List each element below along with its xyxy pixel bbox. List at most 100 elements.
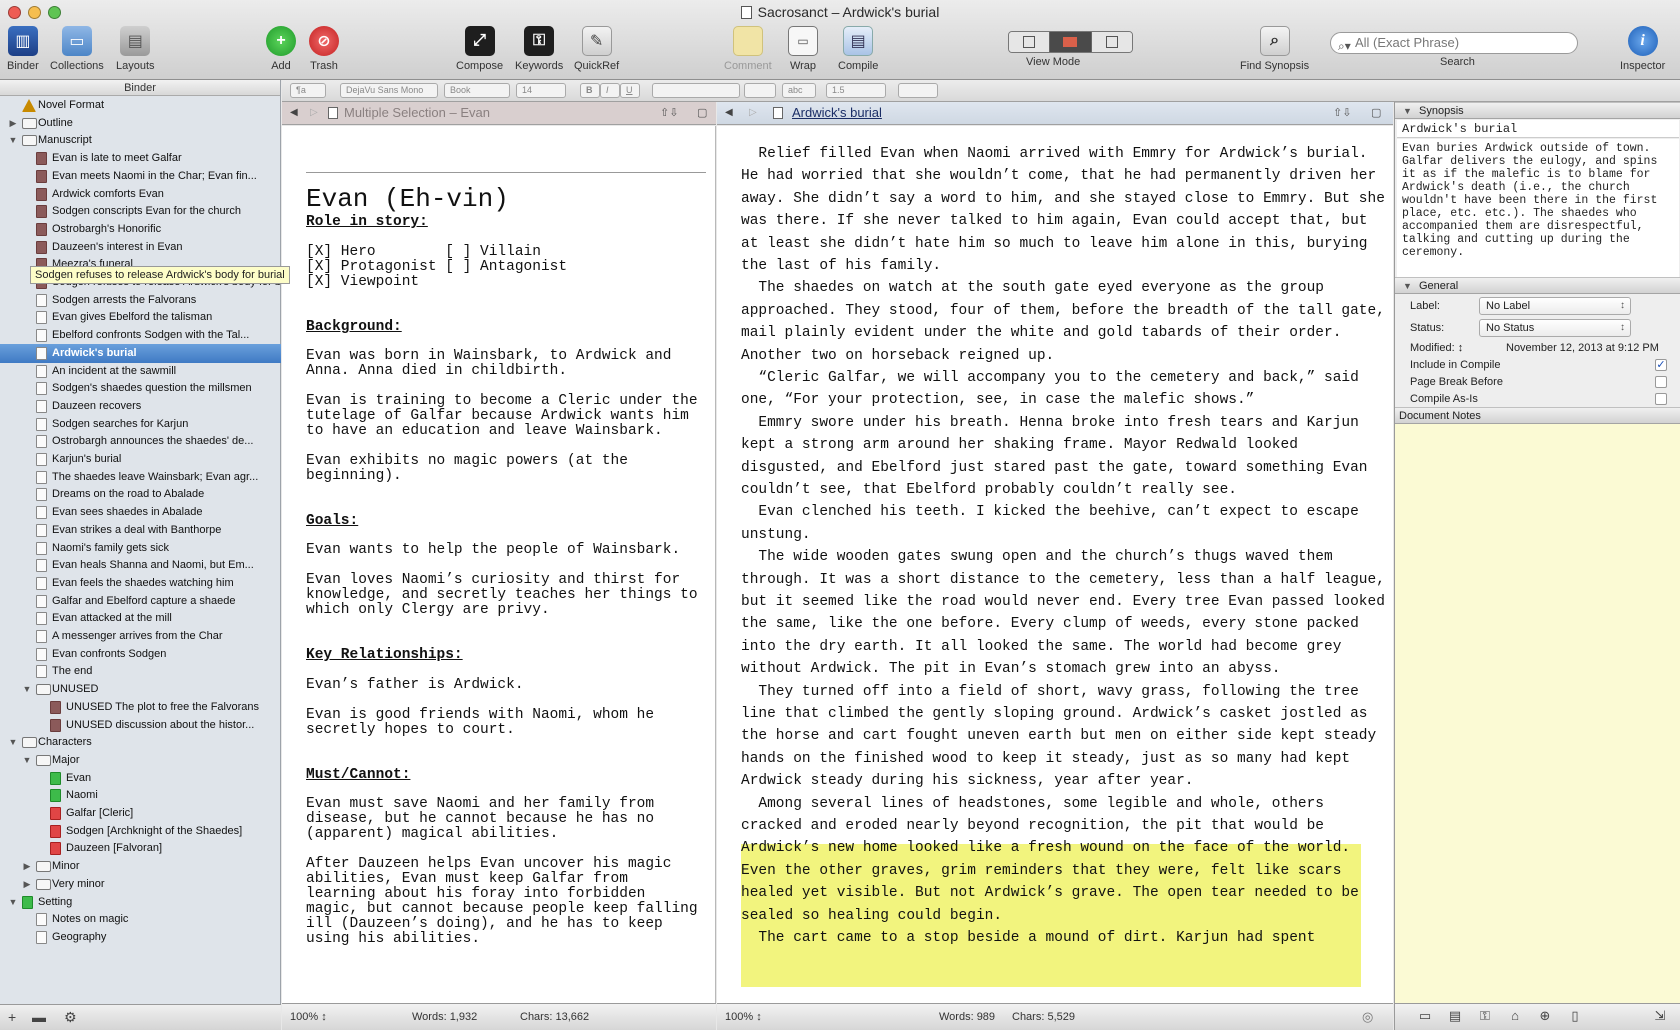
page-break-before-checkbox[interactable] — [1655, 376, 1667, 388]
line-spacing-select[interactable]: 1.5 — [826, 83, 886, 98]
binder-item[interactable]: Dreams on the road to Abalade — [0, 485, 281, 504]
wrap-toolbar-button[interactable]: ▭ Wrap — [788, 26, 818, 76]
up-down-arrows-icon[interactable]: ⇧⇩ — [1333, 102, 1351, 124]
synopsis-header[interactable]: ▼ Synopsis — [1395, 102, 1680, 119]
binder-item[interactable]: Evan gives Ebelford the talisman — [0, 308, 281, 327]
inspector-toolbar-button[interactable]: i Inspector — [1620, 26, 1665, 76]
binder-item[interactable]: ▼ Major — [0, 751, 281, 770]
compile-as-is-checkbox[interactable] — [1655, 393, 1667, 405]
binder-item[interactable]: Evan — [0, 769, 281, 788]
binder-item[interactable]: The shaedes leave Wainsbark; Evan agr... — [0, 468, 281, 487]
keywords-toolbar-button[interactable]: ⚿ Keywords — [515, 26, 563, 76]
paragraph-style-select[interactable]: ¶a — [290, 83, 326, 98]
disclosure-triangle-icon[interactable]: ▼ — [8, 893, 18, 912]
binder-item[interactable]: Galfar and Ebelford capture a shaede — [0, 592, 281, 611]
split-editor-icon[interactable]: ▢ — [697, 102, 707, 124]
disclosure-triangle-icon[interactable]: ▶ — [22, 857, 32, 876]
collections-toolbar-button[interactable]: ▭ Collections — [50, 26, 104, 76]
alignment-segmented[interactable] — [652, 83, 740, 98]
binder-item[interactable]: Ardwick comforts Evan — [0, 185, 281, 204]
view-mode-control[interactable] — [1008, 31, 1133, 53]
highlight-color-select[interactable]: abc — [782, 83, 816, 98]
binder-item[interactable]: Evan sees shaedes in Abalade — [0, 503, 281, 522]
search-input[interactable]: ⌕▾ All (Exact Phrase) — [1330, 32, 1578, 54]
target-icon[interactable]: ◎ — [1362, 1004, 1373, 1030]
binder-item[interactable]: Evan feels the shaedes watching him — [0, 574, 281, 593]
binder-item[interactable]: An incident at the sawmill — [0, 362, 281, 381]
binder-item[interactable]: Ostrobargh's Honorific — [0, 220, 281, 239]
binder-item[interactable]: Sodgen searches for Karjun — [0, 415, 281, 434]
lock-icon[interactable]: ⇲ — [1650, 1008, 1670, 1026]
synopsis-text-area[interactable]: Evan buries Ardwick outside of town. Gal… — [1397, 139, 1679, 286]
include-in-compile-checkbox[interactable]: ✓ — [1655, 359, 1667, 371]
up-down-arrows-icon[interactable]: ⇧⇩ — [660, 102, 678, 124]
document-notes-area[interactable] — [1395, 424, 1680, 1003]
view-mode-scrivenings[interactable] — [1009, 32, 1051, 52]
binder-item[interactable]: ▼ Setting — [0, 893, 281, 912]
list-style-select[interactable] — [898, 83, 938, 98]
binder-toolbar-button[interactable]: ▥ Binder — [7, 26, 39, 76]
references-tab-icon[interactable]: ▤ — [1445, 1008, 1465, 1026]
binder-tree[interactable]: Novel Format ▶ Outline ▼ Manuscript Evan is l… — [0, 96, 281, 1004]
binder-item[interactable]: Sodgen's shaedes question the millsmen — [0, 379, 281, 398]
binder-item[interactable]: Evan heals Shanna and Naomi, but Em... — [0, 556, 281, 575]
binder-item[interactable]: Naomi — [0, 786, 281, 805]
font-weight-select[interactable]: Book — [444, 83, 510, 98]
view-mode-outliner[interactable] — [1091, 32, 1132, 52]
binder-item[interactable]: Sodgen [Archknight of the Shaedes] — [0, 822, 281, 841]
binder-item[interactable]: UNUSED discussion about the histor... — [0, 716, 281, 735]
binder-item[interactable]: Naomi's family gets sick — [0, 539, 281, 558]
general-header[interactable]: ▼ General — [1395, 277, 1680, 294]
zoom-select[interactable]: 100% ↕ — [290, 1004, 327, 1030]
binder-item[interactable]: Karjun's burial — [0, 450, 281, 469]
keywords-tab-icon[interactable]: ⚿ — [1475, 1008, 1495, 1026]
binder-item[interactable]: Galfar [Cleric] — [0, 804, 281, 823]
add-item-icon[interactable]: + — [8, 1009, 16, 1025]
compose-toolbar-button[interactable]: ⤢ Compose — [456, 26, 503, 76]
split-editor-icon[interactable]: ▢ — [1371, 102, 1381, 124]
comments-tab-icon[interactable]: ▯ — [1565, 1008, 1585, 1026]
binder-item[interactable]: Dauzeen [Falvoran] — [0, 839, 281, 858]
gear-icon[interactable]: ⚙ — [64, 1009, 77, 1026]
binder-item[interactable]: ▼ Manuscript — [0, 131, 281, 150]
disclosure-triangle-icon[interactable]: ▼ — [8, 131, 18, 150]
synopsis-title-field[interactable]: Ardwick's burial — [1397, 120, 1679, 138]
add-toolbar-button[interactable]: + Add — [266, 26, 296, 76]
font-family-select[interactable]: DejaVu Sans Mono — [340, 83, 438, 98]
comment-toolbar-button[interactable]: Comment — [724, 26, 772, 76]
binder-item[interactable]: Evan is late to meet Galfar — [0, 149, 281, 168]
binder-item[interactable]: ▶ Minor — [0, 857, 281, 876]
binder-item[interactable]: Ostrobargh announces the shaedes' de... — [0, 432, 281, 451]
left-editor-title[interactable]: Multiple Selection – Evan — [344, 102, 490, 124]
binder-item[interactable]: ▼ UNUSED — [0, 680, 281, 699]
binder-item[interactable]: Sodgen arrests the Falvorans — [0, 291, 281, 310]
left-editor-text[interactable]: Evan (Eh-vin) Role in story: [X] Hero [ ]… — [282, 126, 716, 1003]
forward-arrow-icon[interactable]: ▷ — [749, 102, 757, 124]
disclosure-triangle-icon[interactable]: ▼ — [22, 751, 32, 770]
forward-arrow-icon[interactable]: ▷ — [310, 102, 318, 124]
right-editor-title[interactable]: Ardwick's burial — [792, 102, 882, 124]
binder-item[interactable]: ▶ Outline — [0, 114, 281, 133]
add-folder-icon[interactable]: ▬ — [32, 1009, 46, 1025]
italic-button[interactable]: I — [600, 83, 620, 98]
snapshots-tab-icon[interactable]: ⊕ — [1535, 1008, 1555, 1026]
binder-item[interactable]: The end — [0, 662, 281, 681]
notes-tab-icon[interactable]: ▭ — [1415, 1008, 1435, 1026]
right-editor-text[interactable]: Relief filled Evan when Naomi arrived wi… — [717, 126, 1393, 1003]
binder-item[interactable]: Dauzeen's interest in Evan — [0, 238, 281, 257]
disclosure-triangle-icon[interactable]: ▼ — [8, 733, 18, 752]
layouts-toolbar-button[interactable]: ▤ Layouts — [116, 26, 155, 76]
binder-item[interactable]: Evan confronts Sodgen — [0, 645, 281, 664]
document-notes-header[interactable]: Document Notes — [1395, 407, 1680, 424]
binder-item[interactable]: ▼ Characters — [0, 733, 281, 752]
trash-toolbar-button[interactable]: ⊘ Trash — [309, 26, 339, 76]
binder-item[interactable]: Evan meets Naomi in the Char; Evan fin..… — [0, 167, 281, 186]
status-select[interactable]: No Status — [1479, 319, 1631, 337]
binder-item[interactable]: Ebelford confronts Sodgen with the Tal..… — [0, 326, 281, 345]
underline-button[interactable]: U — [620, 83, 640, 98]
text-color-well[interactable] — [744, 83, 776, 98]
binder-item[interactable]: UNUSED The plot to free the Falvorans — [0, 698, 281, 717]
quickref-toolbar-button[interactable]: ✎ QuickRef — [574, 26, 619, 76]
back-arrow-icon[interactable]: ◀ — [725, 102, 733, 124]
bold-button[interactable]: B — [580, 83, 600, 98]
